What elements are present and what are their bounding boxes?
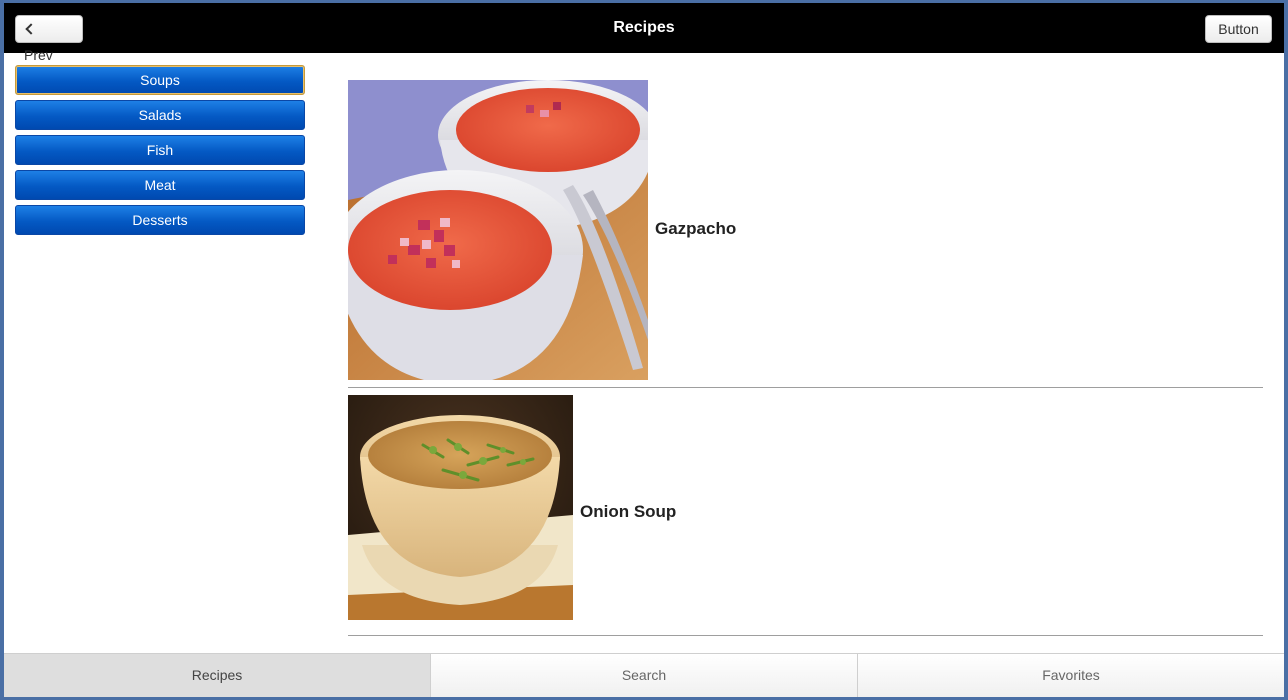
- bottom-tab-bar: Recipes Search Favorites: [4, 653, 1284, 697]
- header-right-button[interactable]: Button: [1205, 15, 1272, 43]
- category-button-salads[interactable]: Salads: [15, 100, 305, 130]
- category-button-soups[interactable]: Soups: [15, 65, 305, 95]
- recipe-row-onion-soup[interactable]: Onion Soup: [348, 395, 1263, 636]
- page-title: Recipes: [613, 19, 675, 36]
- tab-favorites[interactable]: Favorites: [858, 654, 1284, 697]
- gazpacho-photo: [348, 80, 648, 380]
- category-button-meat[interactable]: Meat: [15, 170, 305, 200]
- onion-soup-photo: [348, 395, 573, 620]
- recipe-name: Onion Soup: [580, 501, 677, 521]
- recipe-list: Gazpacho Onion Soup: [348, 80, 1263, 636]
- recipe-row-gazpacho[interactable]: Gazpacho: [348, 80, 1263, 388]
- category-button-fish[interactable]: Fish: [15, 135, 305, 165]
- tab-search[interactable]: Search: [431, 654, 858, 697]
- header-bar: Prev Recipes Button: [4, 3, 1284, 63]
- tab-recipes[interactable]: Recipes: [4, 654, 431, 697]
- category-button-desserts[interactable]: Desserts: [15, 205, 305, 235]
- category-sidebar: Soups Salads Fish Meat Desserts: [15, 65, 305, 240]
- recipe-name: Gazpacho: [655, 218, 737, 238]
